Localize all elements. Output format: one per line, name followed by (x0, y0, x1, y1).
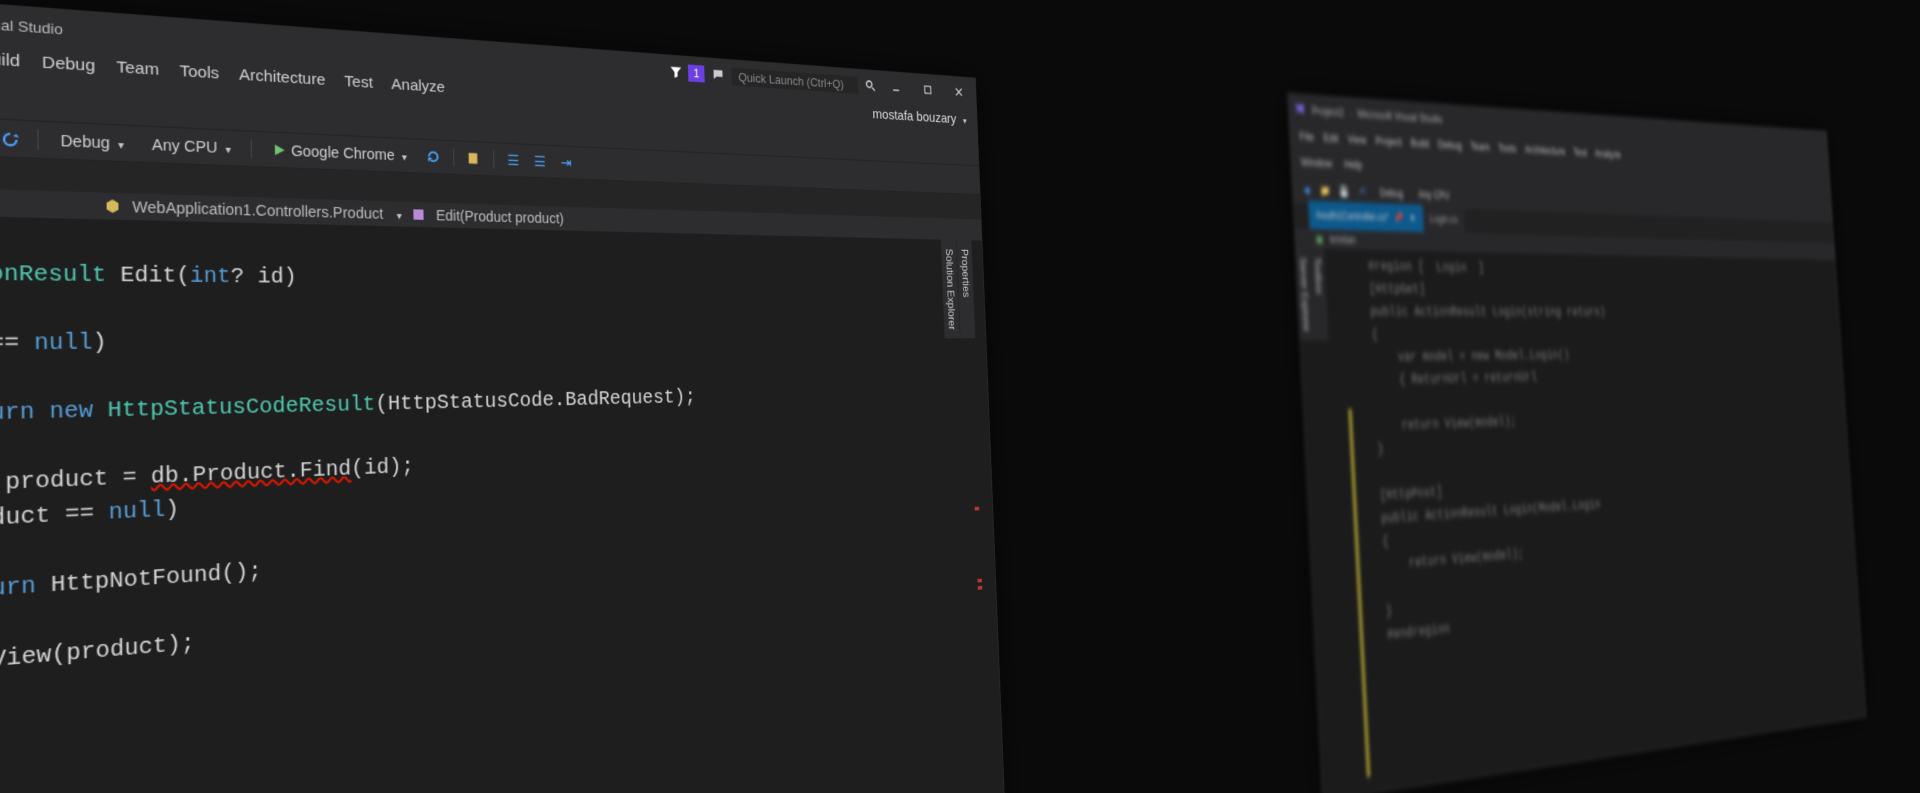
indent-icon[interactable]: ⇥ (558, 154, 573, 170)
menu-build[interactable]: Build (1410, 136, 1429, 150)
menu-tools[interactable]: Tools (179, 62, 219, 83)
menu-build[interactable]: Build (0, 49, 20, 71)
menu-edit[interactable]: Edit (1323, 131, 1339, 145)
filter-icon[interactable] (669, 64, 683, 80)
title-app: Microsoft Visual Studio (1357, 107, 1443, 125)
redo-icon[interactable] (3, 129, 23, 148)
quick-launch-input[interactable]: Quick Launch (Ctrl+Q) (731, 67, 858, 93)
chevron-down-icon (960, 112, 966, 127)
open-icon[interactable]: 📁 (1320, 183, 1332, 198)
chevron-down-icon (393, 206, 402, 223)
tab-label: Login.cs (1429, 213, 1458, 226)
menu-debug[interactable]: Debug (1438, 138, 1463, 152)
search-icon[interactable] (864, 78, 877, 93)
close-tab-icon[interactable]: ✕ (1408, 212, 1418, 224)
menu-test[interactable]: Test (344, 73, 373, 92)
signed-in-user[interactable]: mostafa bouzary (872, 106, 967, 127)
crumb-project[interactable]: kristian (1330, 233, 1356, 246)
nav-back-icon[interactable]: ◀ (1300, 183, 1312, 198)
close-button[interactable] (946, 81, 972, 104)
tab-login[interactable]: Login.cs (1423, 205, 1465, 234)
comment-icon[interactable]: ☰ (505, 152, 521, 169)
menu-view[interactable]: View (1347, 132, 1366, 146)
vs-window-webapplication1: WebApplication1 · Microsoft Visual Studi… (0, 0, 1009, 793)
chevron-down-icon (114, 134, 124, 152)
menu-test[interactable]: Test (1573, 146, 1587, 159)
config-dropdown[interactable]: Debug (1376, 185, 1408, 202)
platform-dropdown[interactable]: Any CPU (1414, 187, 1454, 204)
menu-analyze[interactable]: Analyze (1594, 147, 1621, 160)
run-button[interactable]: Google Chrome (265, 139, 413, 166)
menu-team[interactable]: Team (116, 58, 159, 79)
save-icon[interactable]: 💾 (1339, 184, 1350, 198)
menu-architecture[interactable]: Architecture (239, 66, 326, 89)
play-icon (271, 142, 286, 158)
menu-help[interactable]: Help (1344, 157, 1362, 171)
menu-team[interactable]: Team (1470, 140, 1490, 154)
platform-dropdown[interactable]: Any CPU (145, 133, 238, 159)
menu-window[interactable]: Window (1300, 155, 1332, 170)
notify-count[interactable]: 1 (688, 64, 705, 82)
find-in-files-icon[interactable] (466, 150, 482, 167)
maximize-button[interactable] (915, 78, 941, 101)
undo-icon[interactable]: ↶ (1357, 185, 1368, 199)
menu-tools[interactable]: Tools (1498, 141, 1517, 154)
chevron-down-icon (222, 139, 231, 157)
class-icon (104, 198, 121, 214)
feedback-icon[interactable] (711, 67, 725, 83)
editor[interactable]: Server Explorer Toolbox #region [ Login … (1295, 248, 1865, 793)
vs-window-project2: Project2 · Microsoft Visual Studio File … (1287, 93, 1867, 793)
uncomment-icon[interactable]: ☰ (532, 153, 547, 170)
menu-architecture[interactable]: Architecture (1524, 143, 1565, 158)
panel-properties[interactable]: Properties (956, 240, 975, 339)
menu-file[interactable]: File (1299, 129, 1314, 143)
method-icon (412, 207, 426, 222)
crumb-method[interactable]: Edit(Product product) (436, 207, 564, 227)
minimize-button[interactable] (883, 76, 910, 99)
pin-icon[interactable]: 📌 (1394, 212, 1404, 224)
crumb-class[interactable]: WebApplication1.Controllers.Product (132, 198, 383, 222)
code-area[interactable]: public ActionResult Edit(int? id) { if (… (0, 212, 1008, 793)
browser-refresh-icon[interactable] (425, 148, 441, 165)
visual-studio-logo-icon (1292, 100, 1307, 119)
config-dropdown[interactable]: Debug (53, 129, 131, 155)
csharp-project-icon: ▣ (1315, 233, 1323, 246)
menu-project[interactable]: Project (1375, 134, 1402, 148)
chevron-down-icon (399, 147, 407, 164)
tab-aouth1controller[interactable]: Aouth1Controller.cs* 📌 ✕ (1308, 201, 1424, 233)
menu-debug[interactable]: Debug (42, 53, 95, 75)
tab-label: Aouth1Controller.cs* (1315, 209, 1389, 224)
title-project: Project2 (1312, 103, 1345, 118)
code-area[interactable]: #region [ Login ] [HttpGet] public Actio… (1354, 250, 1866, 785)
menu-analyze[interactable]: Analyze (391, 76, 445, 97)
title-app: Microsoft Visual Studio (0, 9, 63, 38)
editor[interactable]: Server Explorer Toolbox ⊟ public ActionR… (0, 209, 1008, 793)
